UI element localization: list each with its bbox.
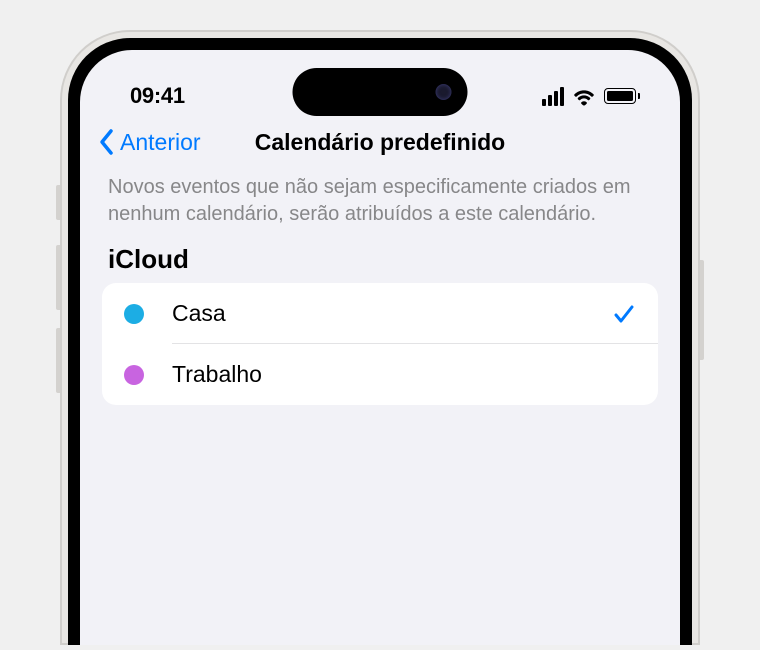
volume-up-button — [56, 245, 60, 310]
checkmark-icon — [612, 302, 636, 326]
calendar-color-dot — [124, 365, 144, 385]
section-header: iCloud — [80, 244, 680, 283]
back-label: Anterior — [120, 129, 201, 156]
cellular-signal-icon — [542, 87, 564, 106]
status-icons — [542, 86, 640, 106]
phone-frame: 09:41 — [60, 30, 700, 645]
calendar-color-dot — [124, 304, 144, 324]
chevron-left-icon — [98, 128, 116, 156]
calendar-list: Casa Trabalho — [102, 283, 658, 405]
power-button — [700, 260, 704, 360]
silent-switch — [56, 185, 60, 220]
navigation-bar: Anterior Calendário predefinido — [80, 120, 680, 170]
status-time: 09:41 — [130, 83, 185, 109]
calendar-option-trabalho[interactable]: Trabalho — [102, 344, 658, 405]
front-camera — [436, 84, 452, 100]
volume-down-button — [56, 328, 60, 393]
battery-icon — [604, 88, 640, 104]
calendar-label: Trabalho — [172, 361, 636, 388]
phone-bezel: 09:41 — [68, 38, 692, 645]
dynamic-island — [293, 68, 468, 116]
calendar-option-casa[interactable]: Casa — [102, 283, 658, 344]
calendar-label: Casa — [172, 300, 612, 327]
phone-screen: 09:41 — [80, 50, 680, 645]
back-button[interactable]: Anterior — [98, 128, 201, 156]
section-description: Novos eventos que não sejam especificame… — [80, 170, 680, 244]
wifi-icon — [572, 86, 596, 106]
